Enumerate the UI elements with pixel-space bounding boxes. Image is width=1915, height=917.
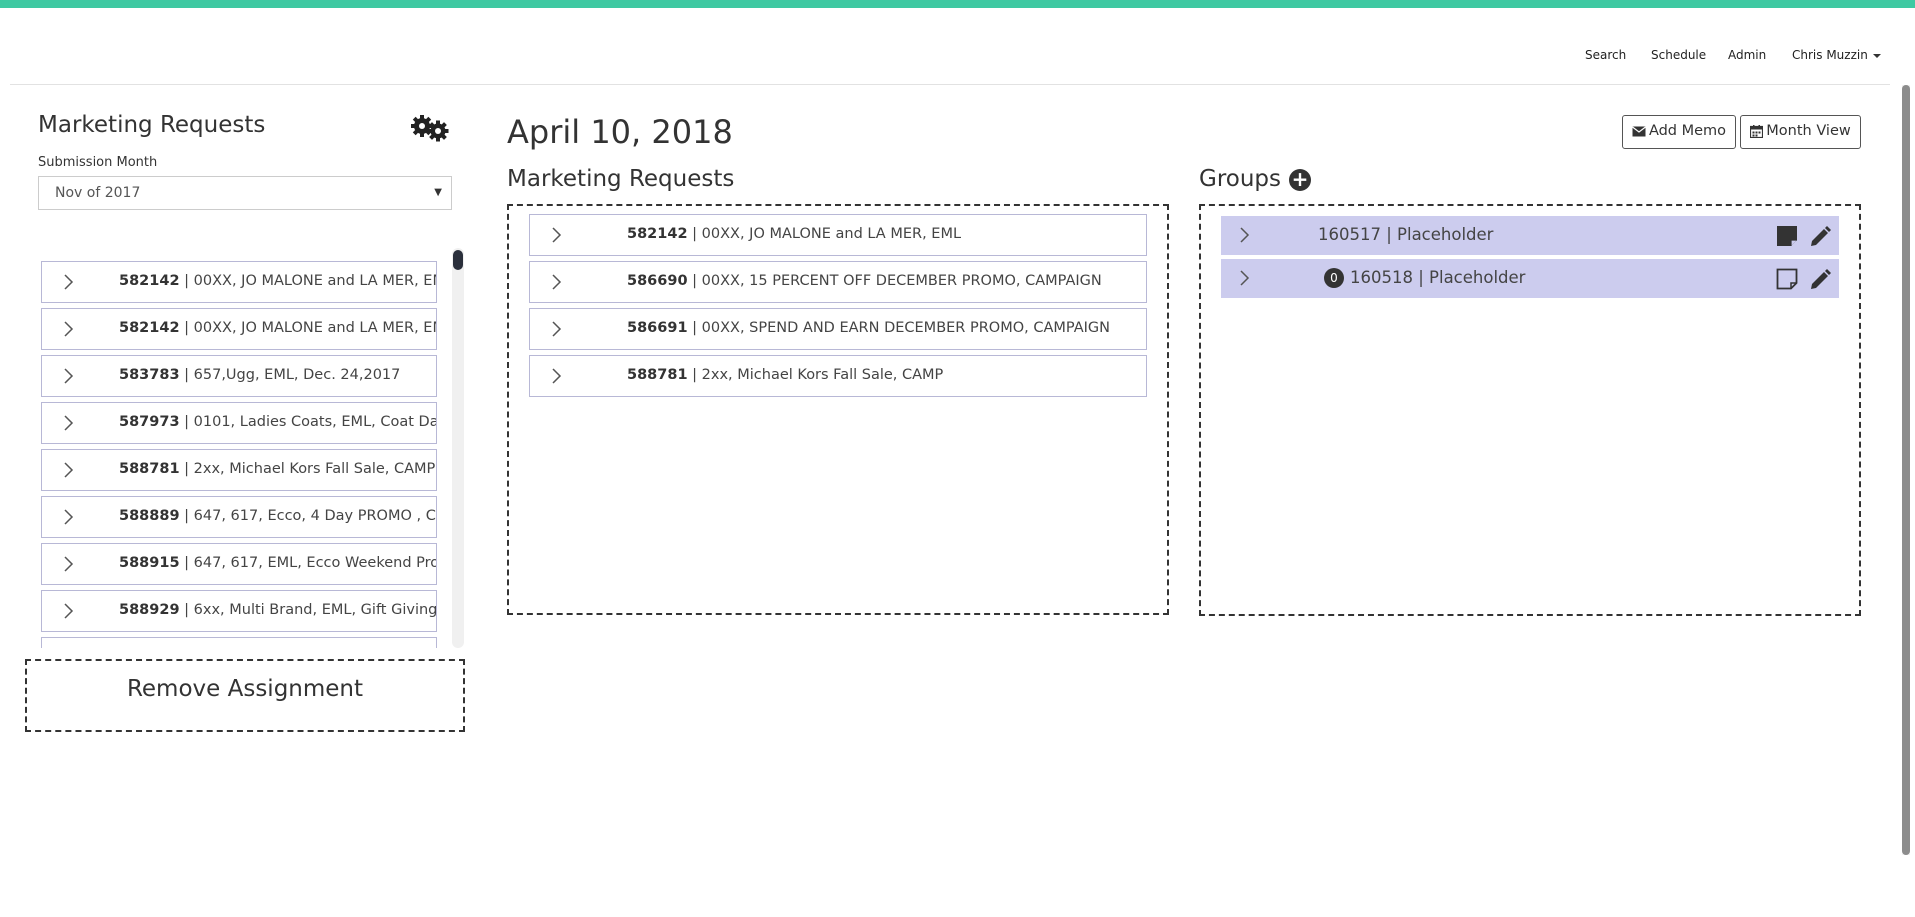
request-id: 586690 <box>627 273 688 289</box>
request-desc: | 00XX, SPEND AND EARN DECEMBER PROMO, C… <box>687 320 1111 336</box>
chevron-right-icon <box>552 321 562 337</box>
chevron-right-icon <box>64 368 74 384</box>
requests-section-title: Marketing Requests <box>507 166 735 192</box>
request-desc: | 657,Ugg, EML, Dec. 24,2017 <box>179 367 401 383</box>
list-item[interactable]: 588889 | 647, 617, Ecco, 4 Day PROMO , C… <box>41 496 437 538</box>
add-memo-label: Add Memo <box>1648 123 1727 139</box>
request-id: 582142 <box>119 320 180 336</box>
request-desc: | 00XX, JO MALONE and LA MER, EML <box>179 320 437 336</box>
request-desc: | 00XX, JO MALONE and LA MER, EML <box>687 226 962 242</box>
request-id: 588889 <box>119 508 180 524</box>
top-accent-bar <box>0 0 1915 8</box>
chevron-right-icon <box>552 274 562 290</box>
month-view-label: Month View <box>1766 123 1851 139</box>
page-title-date: April 10, 2018 <box>507 113 733 151</box>
submission-month-select[interactable]: Nov of 2017 ▼ <box>38 176 452 210</box>
list-item[interactable]: 583783 | 657,Ugg, EML, Dec. 24,2017 <box>41 355 437 397</box>
remove-assignment-dropzone[interactable]: Remove Assignment <box>25 659 465 732</box>
sidebar-request-list: 582142 | 00XX, JO MALONE and LA MER, EML… <box>25 248 465 648</box>
group-row[interactable]: 160517 | Placeholder <box>1221 216 1839 255</box>
remove-assignment-label: Remove Assignment <box>126 676 364 702</box>
sticky-note-outline-icon[interactable] <box>1776 268 1798 290</box>
nav-search-link[interactable]: Search <box>1585 48 1626 62</box>
submission-month-label: Submission Month <box>38 155 158 170</box>
list-item[interactable]: 588781 | 2xx, Michael Kors Fall Sale, CA… <box>41 449 437 491</box>
list-item-partial[interactable] <box>41 637 437 648</box>
request-id: 588781 <box>627 367 688 383</box>
chevron-right-icon <box>64 462 74 478</box>
select-arrow-icon: ▼ <box>434 187 442 198</box>
chevron-right-icon <box>64 603 74 619</box>
pencil-icon[interactable] <box>1808 268 1832 290</box>
request-id: 588915 <box>119 555 180 571</box>
table-row[interactable]: 588781 | 2xx, Michael Kors Fall Sale, CA… <box>529 355 1147 397</box>
pencil-icon[interactable] <box>1808 225 1832 247</box>
month-view-button[interactable]: Month View <box>1740 115 1861 149</box>
chevron-right-icon <box>64 274 74 290</box>
nav-schedule-link[interactable]: Schedule <box>1651 48 1706 62</box>
request-desc: | 0101, Ladies Coats, EML, Coat Day <box>179 414 437 430</box>
count-badge: 0 <box>1324 268 1344 288</box>
group-label: 160517 | Placeholder <box>1318 225 1494 244</box>
request-id: 582142 <box>119 273 180 289</box>
request-id: 588781 <box>119 461 180 477</box>
request-desc: | 2xx, Michael Kors Fall Sale, CAMP <box>179 461 436 477</box>
chevron-right-icon <box>64 321 74 337</box>
sidebar-scrollbar-track[interactable] <box>452 248 464 648</box>
calendar-icon <box>1750 124 1764 138</box>
chevron-right-icon <box>1240 227 1250 243</box>
request-id: 587973 <box>119 414 180 430</box>
user-menu[interactable]: Chris Muzzin <box>1792 48 1881 62</box>
page-scrollbar-thumb[interactable] <box>1902 85 1910 855</box>
table-row[interactable]: 586690 | 00XX, 15 PERCENT OFF DECEMBER P… <box>529 261 1147 303</box>
request-desc: | 647, 617, EML, Ecco Weekend Promo <box>179 555 437 571</box>
sidebar-scrollbar-thumb[interactable] <box>453 250 463 270</box>
groups-section-title: Groups <box>1199 166 1282 192</box>
request-desc: | 00XX, JO MALONE and LA MER, EML <box>179 273 437 289</box>
list-item[interactable]: 582142 | 00XX, JO MALONE and LA MER, EML <box>41 261 437 303</box>
request-id: 582142 <box>627 226 688 242</box>
request-desc: | 2xx, Michael Kors Fall Sale, CAMP <box>687 367 944 383</box>
chevron-right-icon <box>552 368 562 384</box>
request-id: 586691 <box>627 320 688 336</box>
add-group-plus-icon[interactable]: + <box>1289 169 1311 191</box>
sidebar-title: Marketing Requests <box>38 112 266 138</box>
request-desc: | 6xx, Multi Brand, EML, Gift Giving Boo… <box>184 602 437 618</box>
chevron-right-icon <box>552 227 562 243</box>
request-desc: | 647, 617, Ecco, 4 Day PROMO , Campai <box>184 508 436 524</box>
caret-down-icon <box>1872 53 1881 58</box>
nav-admin-link[interactable]: Admin <box>1728 48 1766 62</box>
group-label: 160518 | Placeholder <box>1350 268 1526 287</box>
sticky-note-filled-icon[interactable] <box>1776 225 1798 247</box>
chevron-right-icon <box>1240 270 1250 286</box>
table-row[interactable]: 582142 | 00XX, JO MALONE and LA MER, EML <box>529 214 1147 256</box>
table-row[interactable]: 586691 | 00XX, SPEND AND EARN DECEMBER P… <box>529 308 1147 350</box>
request-id: 588929 <box>119 602 180 618</box>
chevron-right-icon <box>64 509 74 525</box>
request-id: 583783 <box>119 367 180 383</box>
submission-month-value: Nov of 2017 <box>55 185 141 201</box>
user-name: Chris Muzzin <box>1792 48 1868 62</box>
chevron-right-icon <box>64 556 74 572</box>
list-item[interactable]: 587973 | 0101, Ladies Coats, EML, Coat D… <box>41 402 437 444</box>
request-desc: | 00XX, 15 PERCENT OFF DECEMBER PROMO, C… <box>687 273 1102 289</box>
list-item[interactable]: 582142 | 00XX, JO MALONE and LA MER, EML <box>41 308 437 350</box>
add-memo-button[interactable]: Add Memo <box>1622 115 1736 149</box>
chevron-right-icon <box>64 415 74 431</box>
list-item[interactable]: 588929 | 6xx, Multi Brand, EML, Gift Giv… <box>41 590 437 632</box>
group-row[interactable]: 0 160518 | Placeholder <box>1221 259 1839 298</box>
list-item[interactable]: 588915 | 647, 617, EML, Ecco Weekend Pro… <box>41 543 437 585</box>
envelope-icon <box>1632 126 1646 136</box>
gears-icon[interactable] <box>410 115 450 145</box>
top-navbar: Search Schedule Admin Chris Muzzin <box>10 8 1890 85</box>
